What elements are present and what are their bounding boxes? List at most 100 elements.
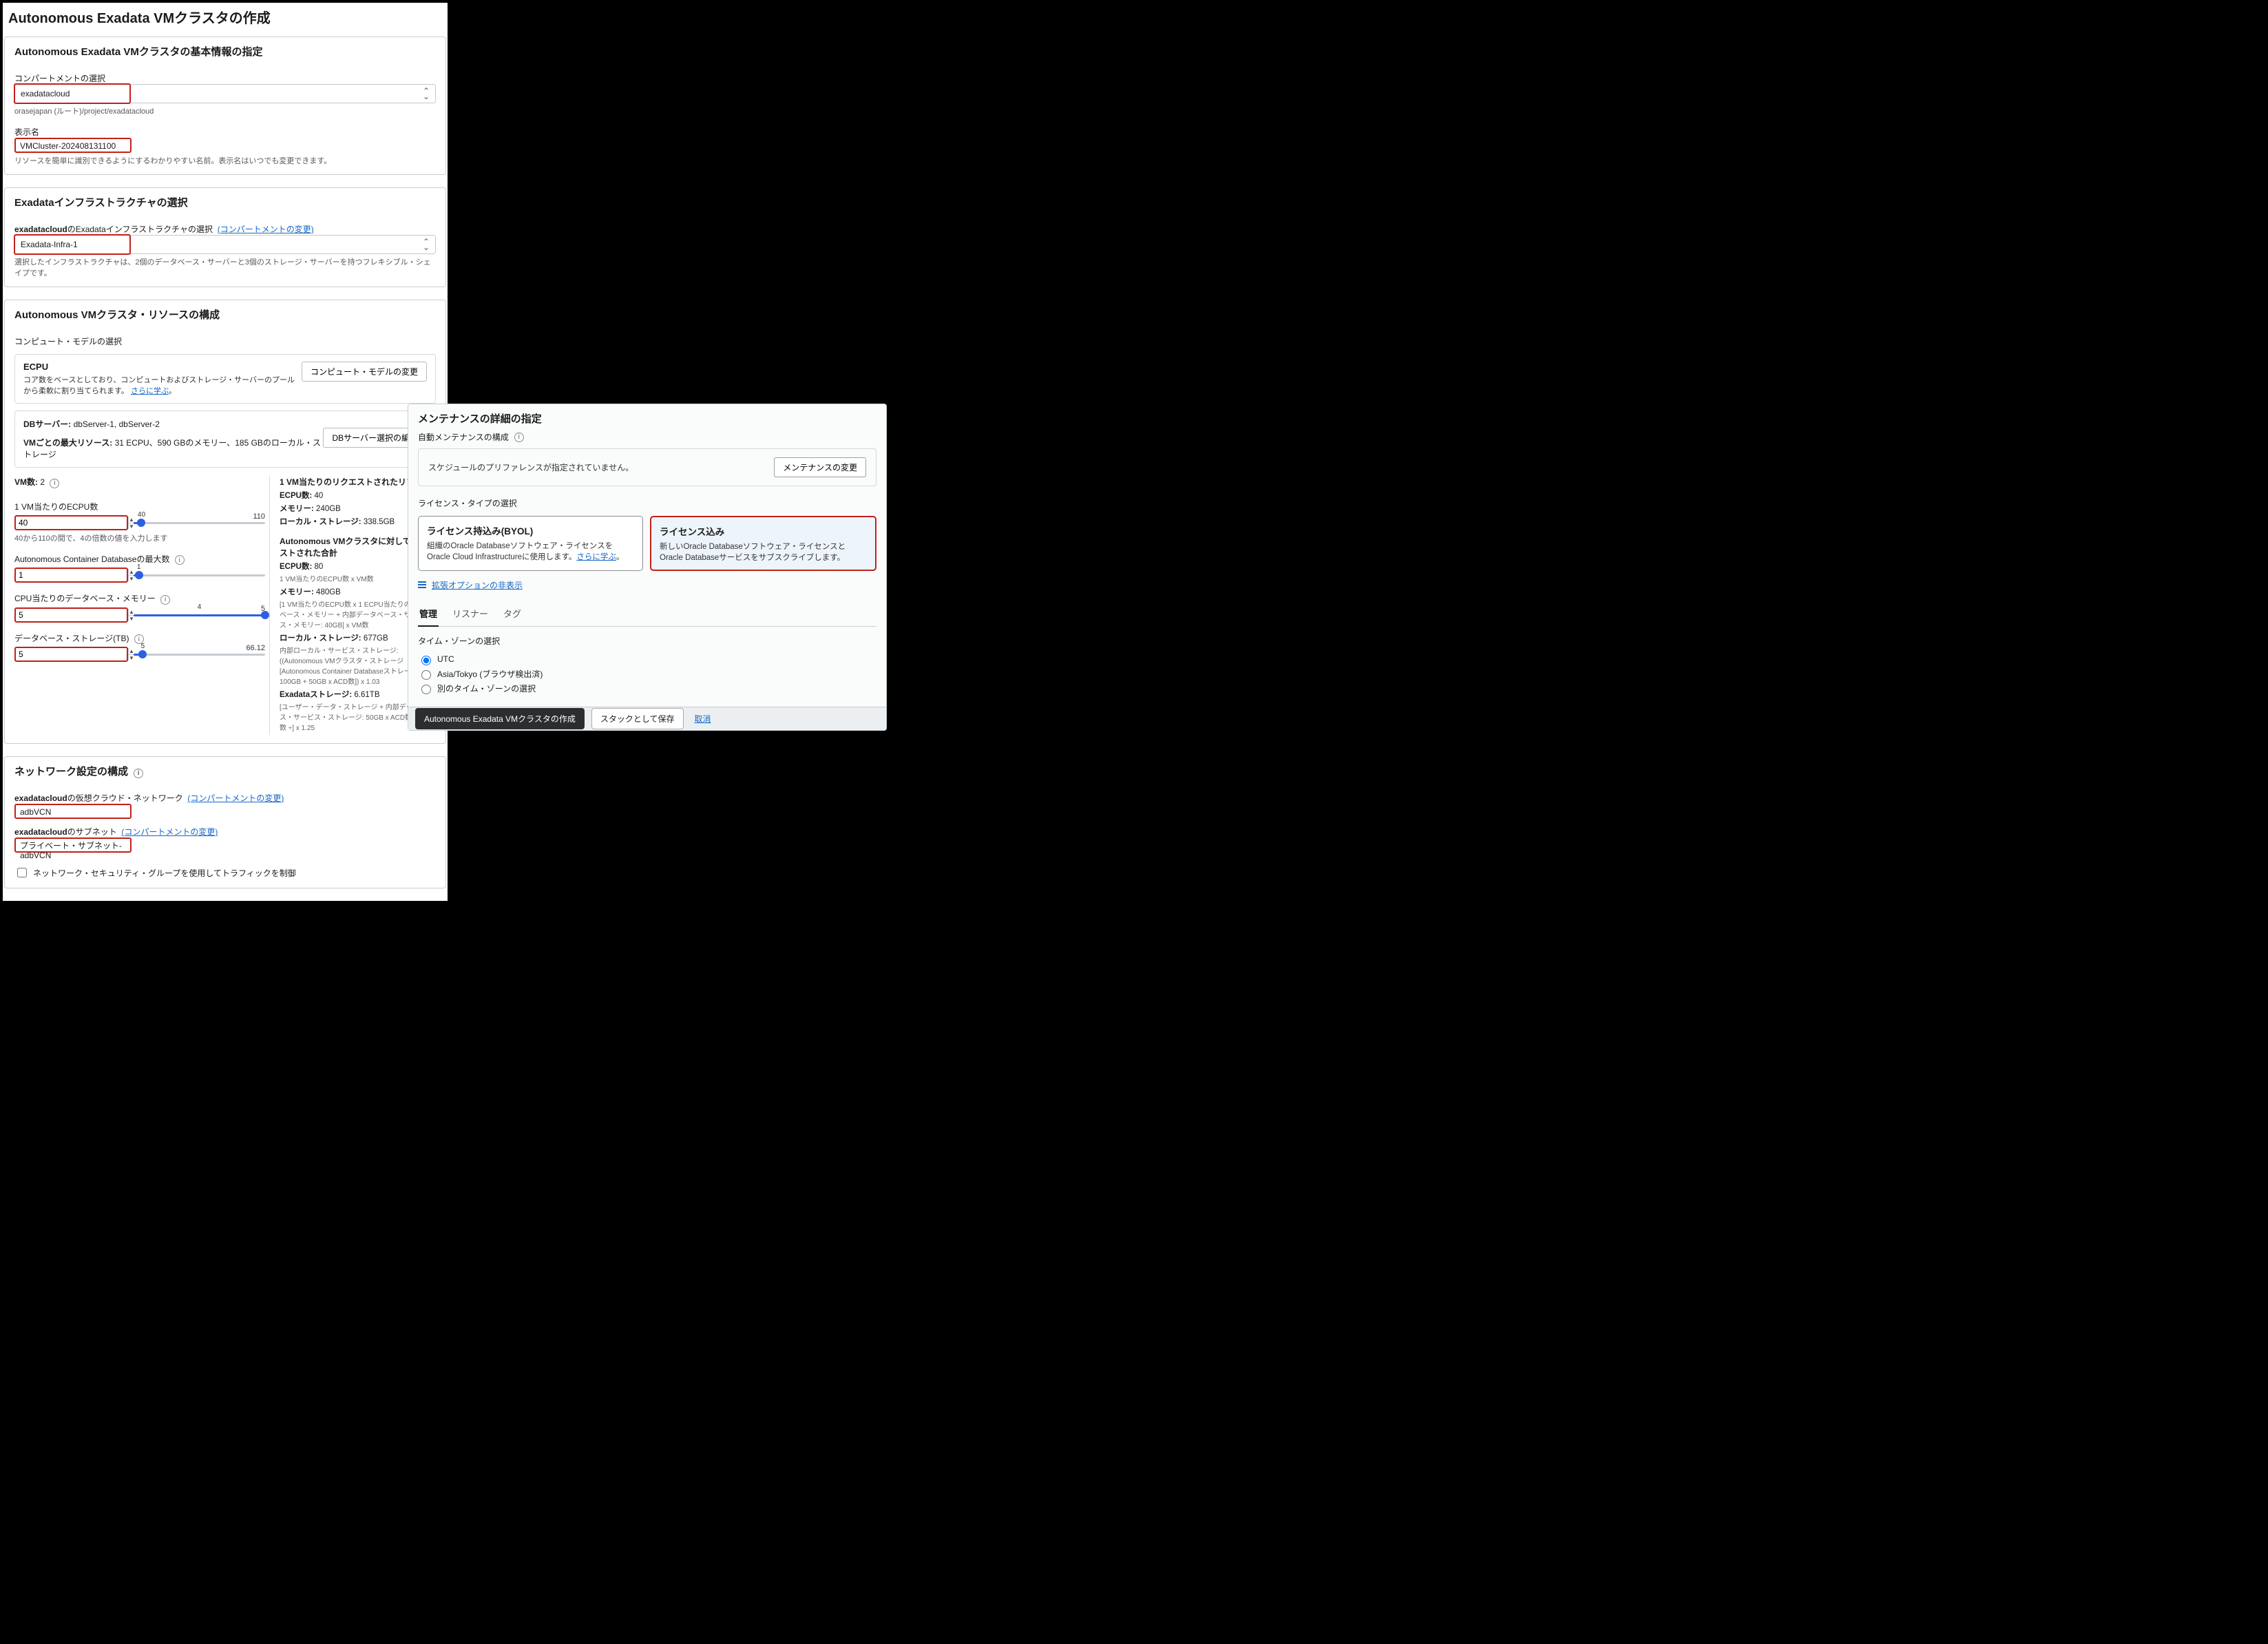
help-icon[interactable]: i [175,555,185,565]
display-name-hint: リソースを簡単に識別できるようにするわかりやすい名前。表示名はいつでも変更できま… [14,155,436,166]
infra-heading: Exadataインフラストラクチャの選択 [5,188,445,214]
slider-thumb[interactable] [138,650,147,658]
compute-model-label: コンピュート・モデルの選択 [14,335,436,347]
tz-asia-option[interactable]: Asia/Tokyo (ブラウザ検出済) [418,668,876,680]
ecpu-per-vm-input[interactable] [16,517,128,529]
help-icon[interactable]: i [50,479,59,488]
help-icon[interactable]: i [514,433,524,442]
vm-count-row: VM数: 2 i [14,476,265,488]
ecpu-slider[interactable]: 40 110 [134,517,265,529]
db-storage-label: データベース・ストレージ(TB) i [14,632,265,645]
license-byol-card[interactable]: ライセンス持込み(BYOL) 組織のOracle Databaseソフトウェア・… [418,516,643,571]
compartment-breadcrumb: orasejapan (ルート)/project/exadatacloud [14,105,436,116]
mem-per-cpu-row: ▲▼ 4 5 [14,607,265,623]
storage-slider[interactable]: 5 66.12 [134,648,265,660]
mem-per-cpu-input-wrap: ▲▼ [14,607,128,623]
acd-max-input[interactable] [16,569,128,581]
sliders-column: VM数: 2 i 1 VM当たりのECPU数 ▲▼ [14,476,269,735]
help-icon[interactable]: i [134,769,143,778]
tz-asia-radio[interactable] [421,670,431,680]
basic-info-heading: Autonomous Exadata VMクラスタの基本情報の指定 [5,37,445,63]
auto-maint-label: 自動メンテナンスの構成 i [418,431,876,443]
nsg-checkbox-row[interactable]: ネットワーク・セキュリティ・グループを使用してトラフィックを制御 [14,866,436,880]
maintenance-pref-text: スケジュールのプリファレンスが指定されていません。 [428,461,774,473]
acd-max-row: ▲▼ 1 [14,568,265,583]
tab-management[interactable]: 管理 [418,601,439,627]
tz-other-radio[interactable] [421,685,431,694]
compute-model-subcard: コンピュート・モデルの変更 ECPU コア数をベースとしており、コンピュートおよ… [14,354,436,404]
learn-more-link[interactable]: さらに学ぶ [131,387,169,395]
change-compartment-link[interactable]: (コンパートメントの変更) [121,827,218,837]
display-name-input[interactable]: VMCluster-202408131100 [14,138,132,153]
vcn-label: exadatacloudの仮想クラウド・ネットワーク (コンパートメントの変更) [14,792,436,804]
hide-advanced-options-link[interactable]: 拡張オプションの非表示 [418,579,523,591]
ecpu-per-vm-input-wrap: ▲▼ [14,515,128,530]
subnet-label: exadatacloudのサブネット (コンパートメントの変更) [14,826,436,837]
vcn-select[interactable]: adbVCN [14,804,132,819]
change-compartment-link[interactable]: (コンパートメントの変更) [187,793,284,803]
acd-slider[interactable]: 1 [134,569,265,581]
change-compartment-link[interactable]: (コンパートメントの変更) [218,225,314,234]
maintenance-panel: メンテナンスの詳細の指定 自動メンテナンスの構成 i スケジュールのプリファレン… [408,404,887,731]
timezone-label: タイム・ゾーンの選択 [418,635,876,647]
license-included-desc: 新しいOracle Databaseソフトウェア・ライセンスとOracle Da… [660,541,867,563]
create-cluster-button[interactable]: Autonomous Exadata VMクラスタの作成 [415,708,585,729]
tab-tag[interactable]: タグ [502,601,523,627]
sliders-and-summary: VM数: 2 i 1 VM当たりのECPU数 ▲▼ [14,476,436,735]
learn-more-link[interactable]: さらに学ぶ [576,553,616,561]
infra-select[interactable]: Exadata-Infra-1 ⌃⌄ [14,235,436,254]
license-byol-title: ライセンス持込み(BYOL) [427,523,634,537]
dbservers-subcard: DBサーバー選択の編集 DBサーバー: dbServer-1, dbServer… [14,410,436,468]
help-icon[interactable]: i [160,595,170,605]
db-storage-row: ▲▼ 5 66.12 [14,647,265,662]
license-section-label: ライセンス・タイプの選択 [418,497,876,509]
page-root: Autonomous Exadata VMクラスタの作成 Autonomous … [0,0,892,665]
network-card: ネットワーク設定の構成 i exadatacloudの仮想クラウド・ネットワーク… [4,756,446,888]
mem-slider[interactable]: 4 5 [134,609,265,621]
nsg-checkbox[interactable] [17,868,27,877]
tabs: 管理 リスナー タグ [418,601,876,627]
compartment-select[interactable]: exadatacloud ⌃⌄ [14,84,436,103]
display-name-label: 表示名 [14,126,436,138]
db-storage-input[interactable] [16,648,128,660]
license-included-card[interactable]: ライセンス込み 新しいOracle Databaseソフトウェア・ライセンスとO… [650,516,876,571]
db-storage-input-wrap: ▲▼ [14,647,128,662]
chevron-updown-icon: ⌃⌄ [423,88,430,99]
slider-thumb[interactable] [261,611,269,619]
maintenance-pref-box: スケジュールのプリファレンスが指定されていません。 メンテナンスの変更 [418,448,876,486]
main-form-panel: Autonomous Exadata VMクラスタの作成 Autonomous … [3,3,448,901]
change-maintenance-button[interactable]: メンテナンスの変更 [774,457,866,477]
compartment-label: コンパートメントの選択 [14,72,436,84]
cancel-link[interactable]: 取消 [695,713,711,725]
infra-choose-label: exadatacloudのExadataインフラストラクチャの選択 (コンパート… [14,223,436,235]
infra-value: Exadata-Infra-1 [21,240,78,249]
slider-thumb[interactable] [137,519,145,527]
subnet-value: プライベート・サブネット-adbVCN [20,841,122,860]
resources-card: Autonomous VMクラスタ・リソースの構成 コンピュート・モデルの選択 … [4,300,446,744]
chevron-updown-icon: ⌃⌄ [423,239,430,250]
mem-per-cpu-label: CPU当たりのデータベース・メモリー i [14,592,265,605]
mem-per-cpu-input[interactable] [16,609,128,621]
timezone-group: UTC Asia/Tokyo (ブラウザ検出済) 別のタイム・ゾーンの選択 [418,654,876,694]
change-compute-model-button[interactable]: コンピュート・モデルの変更 [302,362,427,382]
slider-thumb[interactable] [135,571,143,579]
options-icon [418,581,428,590]
ecpu-hint: 40から110の間で、4の倍数の値を入力します [14,532,265,543]
tz-utc-option[interactable]: UTC [418,654,876,665]
license-included-title: ライセンス込み [660,524,867,538]
infra-hint: 選択したインフラストラクチャは、2個のデータベース・サーバーと3個のストレージ・… [14,256,436,278]
nsg-checkbox-label: ネットワーク・セキュリティ・グループを使用してトラフィックを制御 [33,867,296,879]
license-options: ライセンス持込み(BYOL) 組織のOracle Databaseソフトウェア・… [418,516,876,571]
subnet-select[interactable]: プライベート・サブネット-adbVCN [14,837,132,853]
vcn-value: adbVCN [20,807,51,817]
tz-utc-radio[interactable] [421,656,431,665]
display-name-value: VMCluster-202408131100 [20,141,116,151]
resources-heading: Autonomous VMクラスタ・リソースの構成 [5,300,445,326]
acd-max-input-wrap: ▲▼ [14,568,128,583]
network-heading: ネットワーク設定の構成 i [5,757,445,782]
tab-listener[interactable]: リスナー [451,601,490,627]
ecpu-per-vm-row: ▲▼ 40 110 [14,515,265,530]
footer-bar: Autonomous Exadata VMクラスタの作成 スタックとして保存 取… [408,707,886,730]
tz-other-option[interactable]: 別のタイム・ゾーンの選択 [418,683,876,694]
save-as-stack-button[interactable]: スタックとして保存 [591,708,684,729]
